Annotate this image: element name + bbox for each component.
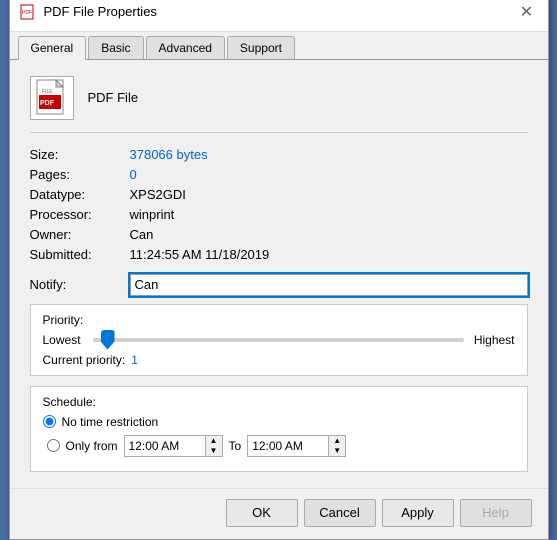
- submitted-label: Submitted:: [30, 247, 130, 262]
- to-time-input-wrap: ▲ ▼: [247, 435, 346, 457]
- from-time-input[interactable]: [125, 436, 205, 456]
- submitted-value: 11:24:55 AM 11/18/2019: [130, 247, 528, 262]
- to-time-input[interactable]: [248, 436, 328, 456]
- dialog-title-icon: PDF: [20, 4, 36, 20]
- datatype-value: XPS2GDI: [130, 187, 528, 202]
- datatype-label: Datatype:: [30, 187, 130, 202]
- pages-value: 0: [130, 167, 528, 182]
- from-time-input-wrap: ▲ ▼: [124, 435, 223, 457]
- current-priority-label: Current priority:: [43, 353, 126, 367]
- file-header: PDF FILE PDF File: [30, 76, 528, 133]
- schedule-title: Schedule:: [43, 395, 515, 409]
- ok-button[interactable]: OK: [226, 499, 298, 527]
- file-icon-box: PDF FILE: [30, 76, 74, 120]
- priority-slider-track[interactable]: [93, 338, 464, 342]
- from-time-down-button[interactable]: ▼: [206, 446, 222, 456]
- priority-max-label: Highest: [474, 333, 515, 347]
- processor-label: Processor:: [30, 207, 130, 222]
- only-from-label[interactable]: Only from: [66, 439, 118, 453]
- only-from-row: Only from ▲ ▼ To ▲ ▼: [43, 435, 515, 457]
- help-button[interactable]: Help: [460, 499, 532, 527]
- dialog: PDF PDF File Properties ✕ General Basic …: [9, 0, 549, 540]
- priority-label: Priority:: [43, 313, 84, 327]
- tab-general[interactable]: General: [18, 36, 87, 60]
- cancel-button[interactable]: Cancel: [304, 499, 376, 527]
- current-priority-row: Current priority: 1: [43, 353, 515, 367]
- content-area: PDF FILE PDF File Size: 378066 bytes Pag…: [10, 60, 548, 488]
- title-bar: PDF PDF File Properties ✕: [10, 0, 548, 32]
- priority-min-label: Lowest: [43, 333, 83, 347]
- size-label: Size:: [30, 147, 130, 162]
- info-table: Size: 378066 bytes Pages: 0 Datatype: XP…: [30, 147, 528, 262]
- tab-basic[interactable]: Basic: [88, 36, 143, 59]
- priority-section: Priority: Lowest Highest Current priorit…: [30, 304, 528, 376]
- owner-label: Owner:: [30, 227, 130, 242]
- only-from-radio[interactable]: [47, 439, 60, 452]
- notify-row: Notify:: [30, 274, 528, 296]
- no-restriction-radio[interactable]: [43, 415, 56, 428]
- to-time-down-button[interactable]: ▼: [329, 446, 345, 456]
- slider-row: Lowest Highest: [43, 333, 515, 347]
- size-value: 378066 bytes: [130, 147, 528, 162]
- close-button[interactable]: ✕: [516, 1, 538, 23]
- processor-value: winprint: [130, 207, 528, 222]
- notify-label: Notify:: [30, 277, 130, 292]
- tab-support[interactable]: Support: [227, 36, 295, 59]
- title-left: PDF PDF File Properties: [20, 4, 157, 20]
- no-restriction-row: No time restriction: [43, 415, 515, 429]
- schedule-section: Schedule: No time restriction Only from …: [30, 386, 528, 472]
- owner-value: Can: [130, 227, 528, 242]
- to-label: To: [229, 439, 242, 453]
- to-time-spinner: ▲ ▼: [328, 436, 345, 456]
- notify-input[interactable]: [130, 274, 528, 296]
- priority-label-row: Priority:: [43, 313, 515, 327]
- svg-text:PDF: PDF: [22, 10, 32, 16]
- svg-text:FILE: FILE: [42, 89, 53, 95]
- file-name-label: PDF File: [88, 90, 139, 105]
- svg-text:PDF: PDF: [40, 100, 55, 107]
- from-time-spinner: ▲ ▼: [205, 436, 222, 456]
- to-time-up-button[interactable]: ▲: [329, 436, 345, 446]
- tab-bar: General Basic Advanced Support: [10, 32, 548, 60]
- from-time-up-button[interactable]: ▲: [206, 436, 222, 446]
- pages-label: Pages:: [30, 167, 130, 182]
- current-priority-value: 1: [131, 353, 138, 367]
- tab-advanced[interactable]: Advanced: [146, 36, 225, 59]
- no-restriction-label[interactable]: No time restriction: [62, 415, 159, 429]
- apply-button[interactable]: Apply: [382, 499, 454, 527]
- pdf-file-icon: PDF FILE: [36, 79, 68, 117]
- dialog-title: PDF File Properties: [44, 4, 157, 19]
